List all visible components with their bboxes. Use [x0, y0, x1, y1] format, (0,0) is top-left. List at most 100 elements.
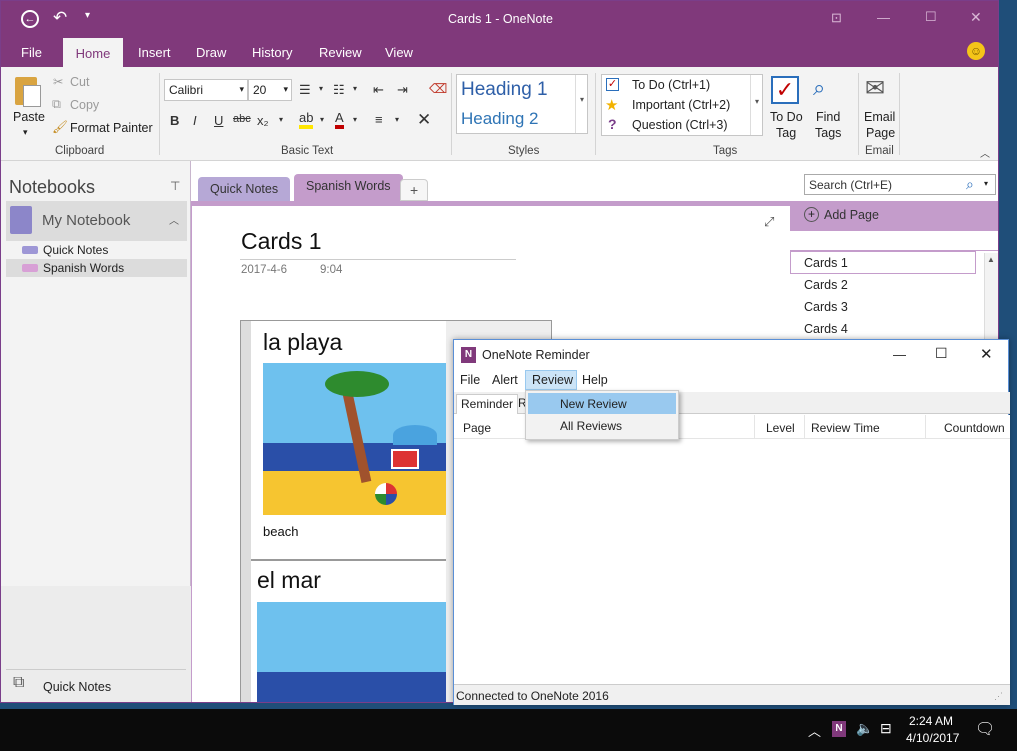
chevron-down-icon[interactable]: ▾: [319, 84, 323, 93]
column-page[interactable]: Page: [463, 421, 491, 435]
page-title[interactable]: Cards 1: [241, 228, 322, 255]
maximize-icon[interactable]: ☐: [935, 345, 948, 362]
quick-notes-link[interactable]: Quick Notes: [43, 680, 111, 694]
expand-icon[interactable]: ⤢: [764, 214, 774, 230]
todo-tag-button[interactable]: To Do: [770, 110, 803, 124]
italic-button[interactable]: I: [193, 113, 197, 128]
chevron-down-icon[interactable]: ▾: [984, 179, 988, 188]
pin-icon[interactable]: ⊤: [170, 179, 180, 193]
paste-button[interactable]: Paste: [13, 110, 45, 124]
onenote-tray-icon[interactable]: N: [832, 721, 846, 737]
search-icon[interactable]: ⌕: [966, 176, 974, 193]
tag-important[interactable]: Important (Ctrl+2): [632, 98, 730, 112]
bullets-icon[interactable]: ☰: [299, 82, 311, 98]
todo-tag-icon[interactable]: ✓: [771, 76, 799, 104]
search-input[interactable]: Search (Ctrl+E): [809, 178, 892, 192]
add-page-bar[interactable]: + Add Page: [790, 201, 998, 231]
menu-review[interactable]: Review: [525, 370, 577, 390]
menu-file[interactable]: File: [460, 373, 480, 387]
font-name-dropdown[interactable]: Calibri ▾: [164, 79, 248, 101]
style-heading-1[interactable]: Heading 1: [461, 79, 548, 101]
paste-icon[interactable]: [11, 75, 43, 109]
tab-file[interactable]: File: [21, 45, 42, 60]
notebook-my-notebook[interactable]: My Notebook ︿: [6, 201, 187, 241]
taskbar-time[interactable]: 2:24 AM: [909, 714, 953, 728]
add-page-button[interactable]: Add Page: [824, 208, 879, 222]
section-tab-spanish-words[interactable]: Spanish Words: [294, 174, 403, 201]
tab-draw[interactable]: Draw: [196, 45, 226, 60]
resize-grip-icon[interactable]: ⋰: [994, 691, 1003, 702]
bold-button[interactable]: B: [170, 113, 179, 128]
tag-question[interactable]: Question (Ctrl+3): [632, 118, 728, 132]
todo-tag-button-line2[interactable]: Tag: [776, 126, 796, 140]
style-heading-2[interactable]: Heading 2: [461, 109, 539, 129]
minimize-icon[interactable]: —: [893, 347, 906, 362]
chevron-down-icon[interactable]: ▾: [353, 84, 357, 93]
ribbon-display-icon[interactable]: ⊡: [831, 10, 842, 26]
section-tab-quick-notes[interactable]: Quick Notes: [198, 177, 291, 201]
highlight-icon[interactable]: ab: [299, 111, 314, 129]
chevron-down-icon[interactable]: ▾: [279, 115, 283, 124]
smiley-feedback-icon[interactable]: ☺: [967, 42, 985, 60]
nav-section-spanish-words[interactable]: Spanish Words: [6, 259, 187, 277]
align-icon[interactable]: ≡: [375, 112, 383, 127]
tags-gallery[interactable]: ✓ To Do (Ctrl+1) ★ Important (Ctrl+2) ? …: [601, 74, 763, 136]
find-tags-button-line2[interactable]: Tags: [815, 126, 841, 140]
styles-gallery[interactable]: Heading 1 Heading 2 ▾: [456, 74, 588, 134]
search-box[interactable]: Search (Ctrl+E) ⌕ ▾: [804, 174, 996, 195]
close-icon[interactable]: ✕: [980, 345, 993, 363]
add-section-button[interactable]: +: [400, 179, 429, 201]
chevron-down-icon[interactable]: ▾: [320, 115, 324, 124]
column-countdown[interactable]: Countdown: [944, 421, 1005, 435]
email-page-button-line2[interactable]: Page: [866, 126, 895, 140]
column-review-time[interactable]: Review Time: [811, 421, 880, 435]
action-center-icon[interactable]: 🗨: [975, 719, 995, 739]
volume-icon[interactable]: 🔈: [856, 720, 873, 737]
find-tags-button[interactable]: Find: [816, 110, 840, 124]
subscript-button[interactable]: x₂: [257, 113, 269, 128]
menu-item-new-review[interactable]: New Review: [528, 393, 676, 414]
email-page-button[interactable]: Email: [864, 110, 895, 124]
show-hidden-icons-icon[interactable]: ︿: [808, 721, 821, 740]
font-color-icon[interactable]: A: [335, 111, 344, 129]
chevron-up-icon[interactable]: ︿: [169, 212, 179, 227]
increase-indent-icon[interactable]: ⇥: [397, 82, 408, 98]
network-icon[interactable]: ⊟: [880, 720, 892, 737]
clear-formatting-icon[interactable]: ⌫: [429, 81, 447, 97]
reminder-list[interactable]: [454, 439, 1010, 684]
tab-history[interactable]: History: [252, 45, 292, 60]
column-level[interactable]: Level: [766, 421, 795, 435]
decrease-indent-icon[interactable]: ⇤: [373, 82, 384, 98]
delete-icon[interactable]: ✕: [417, 110, 431, 130]
tags-scroll-icon[interactable]: ▾: [750, 75, 763, 135]
format-painter-button[interactable]: Format Painter: [70, 121, 153, 135]
tag-todo[interactable]: To Do (Ctrl+1): [632, 78, 710, 92]
tab-view[interactable]: View: [385, 45, 413, 60]
tab-insert[interactable]: Insert: [138, 45, 171, 60]
page-item-cards-4[interactable]: Cards 4: [790, 318, 984, 340]
maximize-icon[interactable]: ☐: [925, 9, 937, 25]
chevron-down-icon[interactable]: ▾: [353, 115, 357, 124]
paste-chevron-icon[interactable]: ▾: [23, 127, 28, 138]
menu-help[interactable]: Help: [582, 373, 608, 387]
close-icon[interactable]: ✕: [970, 9, 982, 26]
page-item-cards-3[interactable]: Cards 3: [790, 296, 984, 318]
find-tags-icon[interactable]: ⌕: [813, 75, 825, 101]
scroll-up-icon[interactable]: ▲: [987, 255, 995, 264]
styles-scroll-icon[interactable]: ▾: [575, 75, 588, 133]
email-page-icon[interactable]: ✉: [865, 74, 885, 103]
page-item-cards-1[interactable]: Cards 1: [790, 251, 976, 274]
numbering-icon[interactable]: ☷: [333, 82, 345, 98]
chevron-down-icon[interactable]: ▾: [395, 115, 399, 124]
menu-item-all-reviews[interactable]: All Reviews: [528, 415, 676, 436]
page-item-cards-2[interactable]: Cards 2: [790, 274, 984, 296]
tab-review[interactable]: Review: [319, 45, 362, 60]
menu-alert[interactable]: Alert: [492, 373, 518, 387]
tab-reminder[interactable]: Reminder: [456, 394, 519, 414]
minimize-icon[interactable]: —: [877, 10, 890, 25]
font-size-dropdown[interactable]: 20 ▾: [248, 79, 292, 101]
taskbar-date[interactable]: 4/10/2017: [906, 731, 959, 745]
nav-section-quick-notes[interactable]: Quick Notes: [6, 241, 187, 259]
tab-home[interactable]: Home: [63, 38, 123, 67]
underline-button[interactable]: U: [214, 113, 223, 128]
